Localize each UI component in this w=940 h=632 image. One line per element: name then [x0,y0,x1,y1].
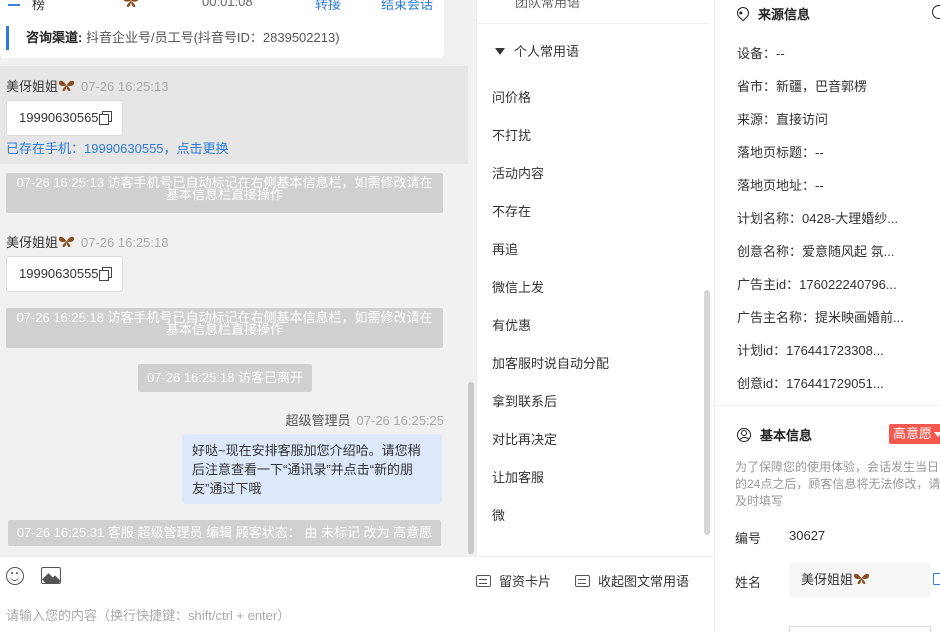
channel-value: 抖音企业号/员工号(抖音号ID：2839502213) [85,30,340,45]
id-value: 30627 [789,528,826,543]
name-label: 姓名 [735,575,762,590]
caret-down-icon [934,432,940,437]
session-duration: 00:01:08 [202,0,253,9]
image-icon[interactable] [41,567,61,584]
team-phrases-tab[interactable]: 团队常用语 [515,0,580,11]
card-icon [476,575,491,587]
source-row: 落地页标题：-- [737,145,824,160]
intent-status-label: 高意愿 [893,426,933,441]
phrase-item[interactable]: 微 [492,505,505,524]
phrase-item[interactable]: 活动内容 [492,163,544,182]
channel-label: 咨询渠道: [26,30,83,45]
phrase-item[interactable]: 加客服时说自动分配 [492,353,609,372]
inquiry-channel: 咨询渠道: 抖音企业号/员工号(抖音号ID：2839502213) [6,26,340,50]
source-row: 计划名称：0428-大理婚纱... [737,211,899,226]
message-text: 19990630565 [19,110,99,125]
system-message: 07-26 16:25:31 客服 超级管理员 编辑 顾客状态： 由 未标记 改… [8,520,441,546]
check-icon [8,0,20,6]
agent-sender: 超级管理员 07-26 16:25:25 [286,410,444,429]
message-sender: 美伢姐姐 07-26 16:25:18 [6,232,168,251]
customer-info-panel: 来源信息 设备：-- 省市：新疆，巴音郭楞 来源：直接访问 落地页标题：-- 落… [714,0,940,632]
phrase-item[interactable]: 问价格 [492,87,531,106]
divider [715,405,940,406]
message-sender: 美伢姐姐 07-26 16:25:13 [6,76,168,95]
location-pin-icon [734,4,752,22]
collapse-phrases-label: 收起图文常用语 [598,574,690,589]
phrases-scrollbar[interactable] [704,290,710,535]
phrase-item[interactable]: 有优惠 [492,315,531,334]
source-info-title: 来源信息 [734,4,811,23]
butterfly-icon [58,236,75,248]
next-field[interactable] [789,626,931,632]
phrase-item[interactable]: 拿到联系后 [492,391,557,410]
emoji-icon[interactable] [6,567,24,585]
phrase-item[interactable]: 让加客服 [492,467,544,486]
name-field[interactable]: 美伢姐姐 [789,563,931,597]
session-info-card: 榜 00:01:08 转接 结束会话 咨询渠道: 抖音企业号/员工号(抖音号ID… [0,0,444,58]
phrase-item[interactable]: 不存在 [492,201,531,220]
copy-icon[interactable] [98,267,112,281]
message-input[interactable]: 请输入您的内容（换行快捷键：shift/ctrl + enter） [6,605,290,624]
quick-phrases-panel: 团队常用语 个人常用语 问价格 不打扰 活动内容 不存在 再追 微信上发 有优惠… [476,0,714,556]
copy-name-icon[interactable] [933,573,940,585]
system-message: 07-26 16:25:13 访客手机号已自动标记在右侧基本信息栏，如需修改请在… [6,173,443,213]
basic-info-title: 基本信息 [737,425,812,444]
agent-message-bubble[interactable]: 好哒~现在安排客服加您介绍哈。请您稍后注意查看一下“通讯录”并点击“新的朋友”通… [182,434,442,504]
visitor-name: 榜 [32,0,46,12]
lead-card-button[interactable]: 留资卡片 [476,571,551,590]
lead-card-label: 留资卡片 [499,574,552,589]
divider [477,23,709,24]
view-icon[interactable] [932,5,940,19]
butterfly-icon [123,0,139,7]
sender-name: 美伢姐姐 [6,79,59,94]
source-row: 广告主id：176022240796... [737,277,897,292]
transfer-link[interactable]: 转接 [315,0,341,13]
message-bubble[interactable]: 19990630555 [6,256,123,292]
group-label: 个人常用语 [514,44,580,59]
source-row: 计划id：176441723308... [737,343,884,358]
intent-status-dropdown[interactable]: 高意愿 [889,424,940,444]
existing-phone-link[interactable]: 已存在手机：19990630555，点击更换 [6,138,229,157]
phrase-item[interactable]: 不打扰 [492,125,531,144]
source-row: 省市：新疆，巴音郭楞 [737,79,868,94]
collapse-triangle-icon [495,48,505,55]
edit-notice: 为了保障您的使用体验，会话发生当日的24点之后，顾客信息将无法修改，请及时填写 [735,460,940,508]
name-value: 美伢姐姐 [801,572,854,587]
basic-info-label: 基本信息 [760,428,813,443]
agent-time: 07-26 16:25:25 [356,413,444,428]
source-row: 创意id：176441729051... [737,376,884,391]
end-session-link[interactable]: 结束会话 [381,0,433,13]
source-row: 广告主名称：提米映画婚前... [737,310,904,325]
message-bubble[interactable]: 19990630565 [6,100,123,136]
message-text: 19990630555 [19,266,99,281]
source-info-label: 来源信息 [758,7,811,22]
system-message: 07-26 16:25:18 访客已离开 [138,364,312,392]
agent-name: 超级管理员 [285,413,351,428]
user-circle-icon [737,428,751,442]
sender-name: 美伢姐姐 [6,235,59,250]
chat-panel: 榜 00:01:08 转接 结束会话 咨询渠道: 抖音企业号/员工号(抖音号ID… [0,0,476,556]
butterfly-icon [853,573,870,585]
message-time: 07-26 16:25:13 [81,79,169,94]
id-label: 编号 [735,531,762,546]
phrase-item[interactable]: 微信上发 [492,277,544,296]
system-message: 07-26 16:25:18 访客手机号已自动标记在右侧基本信息栏，如需修改请在… [6,308,443,348]
source-row: 设备：-- [737,46,785,61]
message-time: 07-26 16:25:18 [81,235,169,250]
message-input-area: 留资卡片 收起图文常用语 请输入您的内容（换行快捷键：shift/ctrl + … [0,556,714,632]
copy-icon[interactable] [98,111,112,125]
source-row: 落地页地址：-- [737,178,824,193]
collapse-icon [575,575,590,587]
personal-phrases-group[interactable]: 个人常用语 [495,41,579,60]
chat-scrollbar[interactable] [468,382,474,554]
phrase-item[interactable]: 对比再决定 [492,429,557,448]
collapse-phrases-button[interactable]: 收起图文常用语 [575,571,689,590]
source-row: 创意名称：爱意随风起 氛... [737,244,895,259]
phrase-item[interactable]: 再追 [492,239,518,258]
butterfly-icon [58,80,75,92]
source-row: 来源：直接访问 [737,112,829,127]
